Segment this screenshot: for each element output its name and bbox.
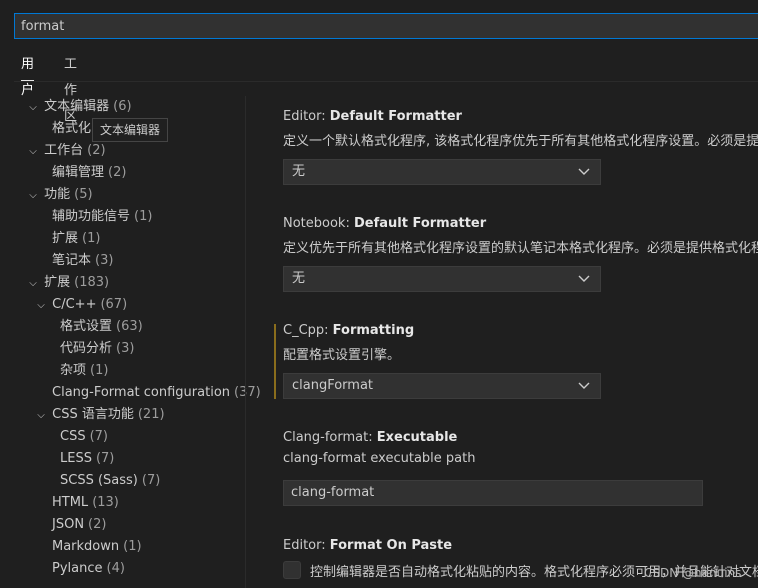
chevron-down-icon: ⌵ <box>29 190 37 201</box>
settings-toc: ⌵ 文本编辑器 (6) 格式化 ⌵ 工作台 (2) 编辑管理 (2) ⌵ 功能 (5) … <box>0 96 261 588</box>
toc-item-accessibility-signals[interactable]: 辅助功能信号 (1) <box>52 206 152 228</box>
toc-item-pylance[interactable]: Pylance (4) <box>52 558 125 580</box>
cpp-formatting-select[interactable]: clangFormat <box>283 373 601 399</box>
tab-workspace[interactable]: 工作区 <box>64 52 77 124</box>
setting-category: Editor: <box>283 538 330 553</box>
toc-item-extensions[interactable]: ⌵ 扩展 (183) <box>26 272 109 294</box>
setting-description: clang-format executable path <box>283 451 476 466</box>
setting-editor-default-formatter: Editor: Default Formatter 定义一个默认格式化程序, 该… <box>283 109 758 185</box>
toc-item-misc[interactable]: 杂项 (1) <box>60 360 108 382</box>
toc-item-html[interactable]: HTML (13) <box>52 492 119 514</box>
tab-user[interactable]: 用户 <box>21 52 35 98</box>
chevron-down-icon: ⌵ <box>29 146 37 157</box>
tab-bar-divider <box>14 81 758 82</box>
toc-item-text-editor[interactable]: ⌵ 文本编辑器 (6) <box>26 96 131 118</box>
setting-category: Clang-format: <box>283 430 377 445</box>
setting-name: Formatting <box>332 323 415 338</box>
chevron-down-icon: ⌵ <box>37 300 45 311</box>
select-value: 无 <box>292 164 306 179</box>
setting-category: Notebook: <box>283 216 354 231</box>
setting-category: C_Cpp: <box>283 323 333 338</box>
toc-item-json[interactable]: JSON (2) <box>52 514 106 536</box>
default-formatter-select[interactable]: 无 <box>283 159 601 185</box>
setting-description: 定义一个默认格式化程序, 该格式化程序优先于所有其他格式化程序设置。必须是提供格… <box>283 134 758 149</box>
chevron-down-icon: ⌵ <box>29 278 37 289</box>
setting-name: Default Formatter <box>329 109 462 124</box>
toc-item-less[interactable]: LESS (7) <box>60 448 114 470</box>
watermark: CSDN @hanuins <box>644 566 742 580</box>
chevron-down-icon <box>578 168 590 175</box>
format-on-paste-checkbox[interactable] <box>283 561 301 579</box>
toc-item-features-extensions[interactable]: 扩展 (1) <box>52 228 100 250</box>
setting-description: 定义优先于所有其他格式化程序设置的默认笔记本格式化程序。必须是提供格式化程序的扩… <box>283 241 758 256</box>
toc-item-workbench[interactable]: ⌵ 工作台 (2) <box>26 140 105 162</box>
chevron-down-icon <box>578 382 590 389</box>
toc-item-css[interactable]: CSS (7) <box>60 426 108 448</box>
chevron-down-icon: ⌵ <box>29 102 37 113</box>
select-value: clangFormat <box>292 378 374 393</box>
setting-editor-format-on-paste: Editor: Format On Paste 控制编辑器是否自动格式化粘贴的内… <box>283 538 758 588</box>
toc-item-code-analysis[interactable]: 代码分析 (3) <box>60 338 134 360</box>
setting-description: 配置格式设置引擎。 <box>283 348 401 363</box>
select-value: 无 <box>292 271 306 286</box>
modified-indicator <box>274 324 276 399</box>
input-value: clang-format <box>291 485 375 500</box>
setting-name: Executable <box>376 430 458 445</box>
chevron-down-icon: ⌵ <box>37 410 45 421</box>
toc-item-editor-management[interactable]: 编辑管理 (2) <box>52 162 126 184</box>
settings-search-input[interactable] <box>21 14 721 38</box>
settings-search-box[interactable] <box>14 13 758 39</box>
notebook-formatter-select[interactable]: 无 <box>283 266 601 292</box>
toc-item-cpp[interactable]: ⌵ C/C++ (67) <box>34 294 127 316</box>
toc-tooltip: 文本编辑器 <box>92 118 169 142</box>
toc-item-features[interactable]: ⌵ 功能 (5) <box>26 184 92 206</box>
toc-item-markdown[interactable]: Markdown (1) <box>52 536 142 558</box>
setting-clang-format-executable: Clang-format: Executable clang-format ex… <box>283 430 758 506</box>
clang-format-path-input[interactable]: clang-format <box>283 480 703 506</box>
setting-category: Editor: <box>283 109 330 124</box>
setting-name: Default Formatter <box>353 216 487 231</box>
toc-item-clang-format-config[interactable]: Clang-Format configuration (37) <box>52 382 261 404</box>
toc-item-cpp-formatting[interactable]: 格式设置 (63) <box>60 316 143 338</box>
setting-notebook-default-formatter: Notebook: Default Formatter 定义优先于所有其他格式化… <box>283 216 758 292</box>
toc-item-notebook[interactable]: 笔记本 (3) <box>52 250 113 272</box>
toc-item-scss[interactable]: SCSS (Sass) (7) <box>60 470 160 492</box>
setting-name: Format On Paste <box>329 538 453 553</box>
setting-cpp-formatting: C_Cpp: Formatting 配置格式设置引擎。 clangFormat <box>283 323 758 399</box>
toc-item-formatting[interactable]: 格式化 <box>52 118 91 140</box>
chevron-down-icon <box>578 275 590 282</box>
toc-item-css-language[interactable]: ⌵ CSS 语言功能 (21) <box>34 404 164 426</box>
toc-divider <box>245 96 246 588</box>
